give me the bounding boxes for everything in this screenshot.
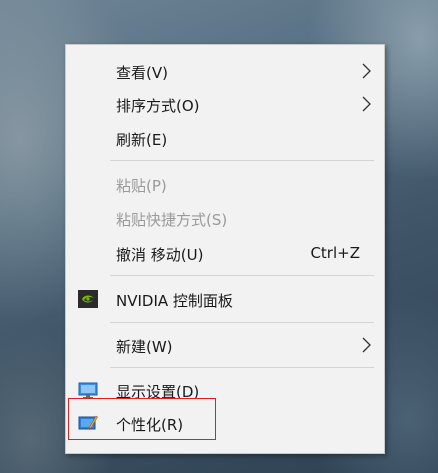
menu-item-label: 粘贴快捷方式(S) (116, 211, 228, 229)
nvidia-icon (78, 290, 98, 308)
menu-item-shortcut: Ctrl+Z (310, 244, 360, 262)
menu-item-paste-shortcut: 粘贴快捷方式(S) (66, 201, 384, 235)
menu-item-label: 新建(W) (116, 338, 173, 356)
menu-item-refresh[interactable]: 刷新(E) (66, 121, 384, 155)
menu-item-label: 粘贴(P) (116, 177, 167, 195)
chevron-right-icon (362, 337, 371, 353)
menu-item-nvidia-control-panel[interactable]: NVIDIA 控制面板 (66, 282, 384, 316)
menu-item-new[interactable]: 新建(W) (66, 328, 384, 362)
menu-item-undo-move[interactable]: 撤消 移动(U) Ctrl+Z (66, 236, 384, 270)
menu-item-label: 排序方式(O) (116, 97, 200, 115)
menu-item-label: 刷新(E) (116, 131, 168, 149)
menu-separator (110, 275, 374, 276)
menu-separator (110, 160, 374, 161)
menu-separator (110, 322, 374, 323)
menu-item-paste: 粘贴(P) (66, 167, 384, 201)
desktop-background[interactable]: 查看(V) 排序方式(O) 刷新(E) 粘贴(P) 粘贴快捷方式(S) 撤消 移… (0, 0, 438, 473)
menu-item-label: 撤消 移动(U) (116, 246, 204, 264)
display-settings-icon (78, 382, 98, 399)
menu-item-label: 查看(V) (116, 64, 168, 82)
menu-item-label: NVIDIA 控制面板 (116, 292, 233, 310)
chevron-right-icon (362, 96, 371, 112)
annotation-highlight-box (68, 398, 216, 440)
menu-item-sort-by[interactable]: 排序方式(O) (66, 87, 384, 121)
context-menu: 查看(V) 排序方式(O) 刷新(E) 粘贴(P) 粘贴快捷方式(S) 撤消 移… (65, 44, 385, 454)
chevron-right-icon (362, 63, 371, 79)
menu-item-view[interactable]: 查看(V) (66, 54, 384, 88)
menu-separator (110, 367, 374, 368)
